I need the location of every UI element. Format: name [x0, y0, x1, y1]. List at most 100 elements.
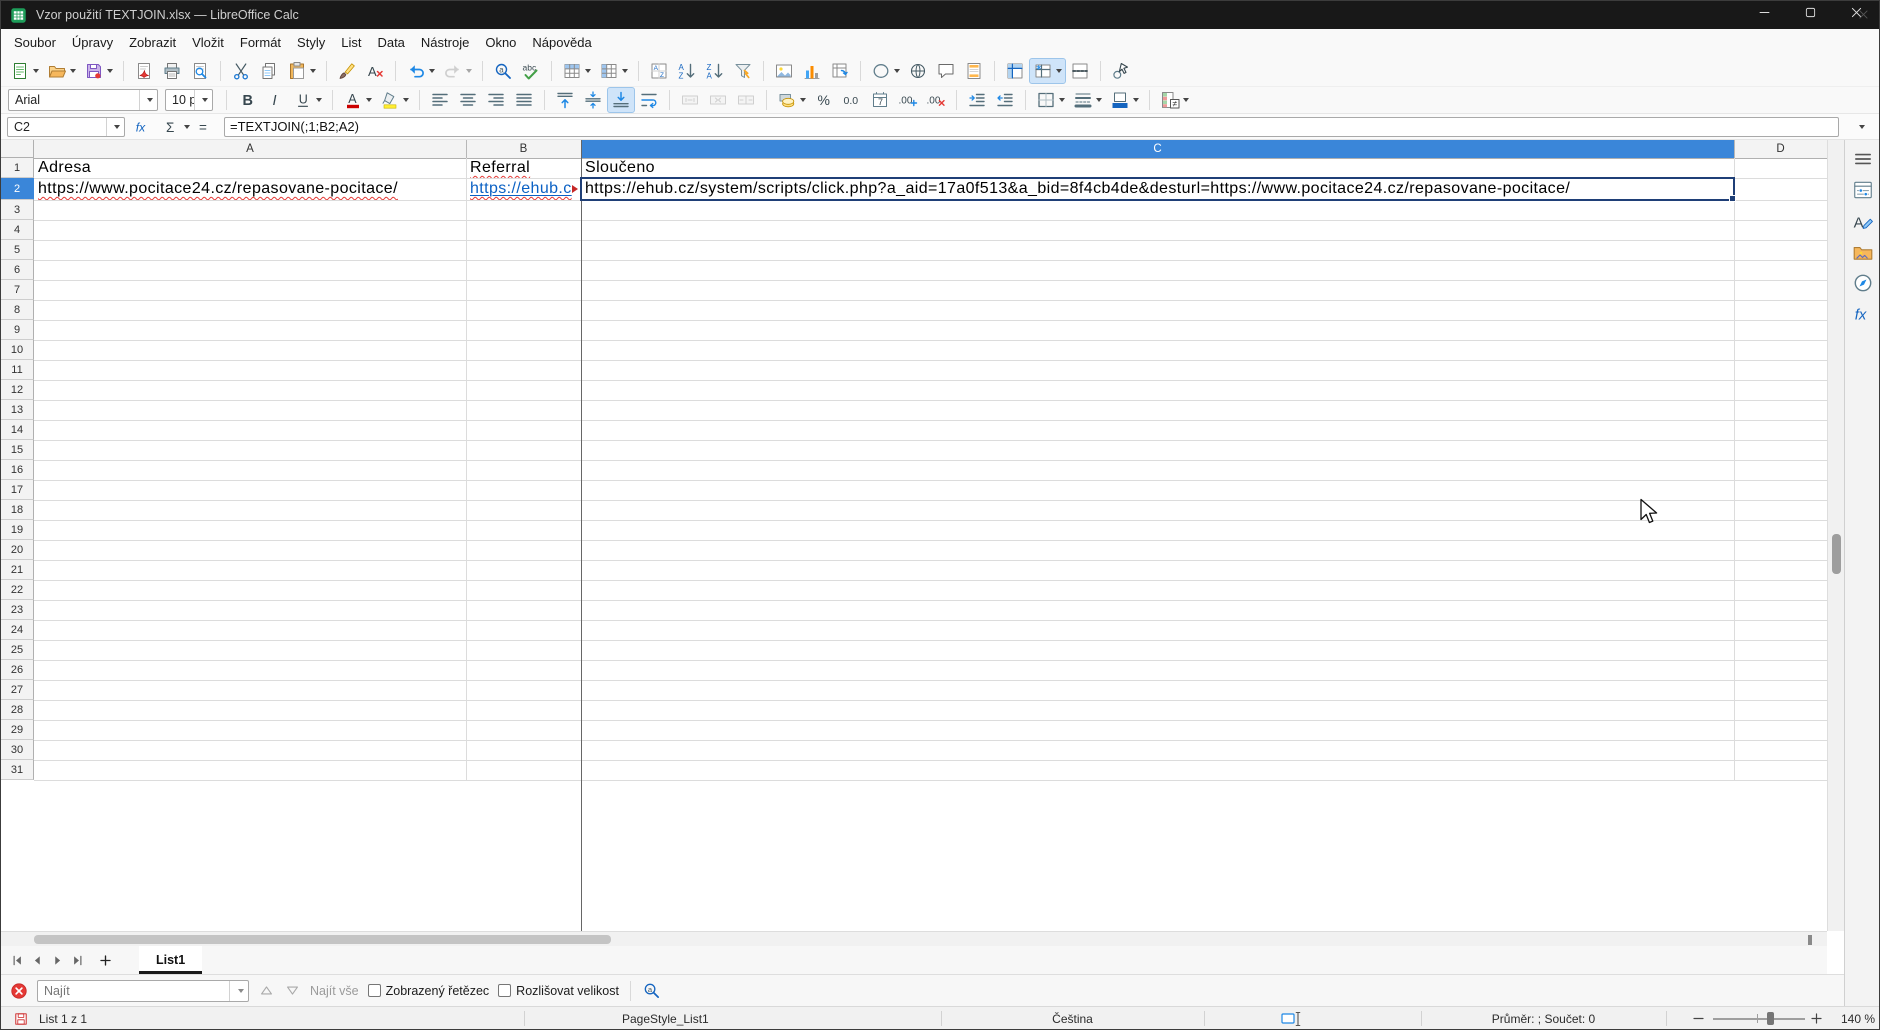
row-header-26[interactable]: 26 [1, 660, 34, 680]
date-format-button[interactable]: 7 [866, 87, 894, 113]
copy-button[interactable] [255, 58, 283, 84]
spreadsheet-grid[interactable]: ABCD123456789101112131415161718192021222… [1, 140, 1827, 931]
dropdown-arrow[interactable] [107, 69, 113, 73]
select-all-corner[interactable] [1, 140, 34, 158]
cell-C2[interactable]: https://ehub.cz/system/scripts/click.php… [581, 178, 1734, 200]
menu-zobrazit[interactable]: Zobrazit [121, 32, 184, 53]
redo-button[interactable] [439, 58, 476, 84]
conditional-formatting-button[interactable]: ≠ [1156, 87, 1193, 113]
cell-B1[interactable]: Referral [466, 158, 581, 178]
dropdown-arrow[interactable] [622, 69, 628, 73]
dropdown-arrow[interactable] [366, 98, 372, 102]
find-previous-button[interactable] [258, 982, 275, 999]
autofilter-button[interactable] [729, 58, 757, 84]
insert-columns-button[interactable] [595, 58, 632, 84]
row-header-21[interactable]: 21 [1, 560, 34, 580]
align-center-button[interactable] [454, 87, 482, 113]
formatted-display-option[interactable]: Zobrazený řetězec [368, 984, 490, 998]
sidebar-functions-button[interactable]: fx [1849, 300, 1877, 328]
align-top-button[interactable] [551, 87, 579, 113]
horizontal-scrollbar[interactable] [1, 931, 1827, 946]
column-header-B[interactable]: B [466, 140, 581, 158]
equals-button[interactable]: = [190, 118, 218, 136]
expand-formula-bar-button[interactable] [1849, 125, 1871, 129]
vertical-scrollbar[interactable] [1827, 140, 1844, 931]
row-header-8[interactable]: 8 [1, 300, 34, 320]
menu-list[interactable]: List [333, 32, 369, 53]
row-header-5[interactable]: 5 [1, 240, 34, 260]
freeze-rows-columns-button[interactable] [1001, 58, 1029, 84]
last-sheet-button[interactable] [67, 950, 87, 970]
next-sheet-button[interactable] [47, 950, 67, 970]
font-color-button[interactable]: A [339, 87, 376, 113]
split-handle[interactable] [1808, 935, 1812, 945]
sort-descending-button[interactable]: ZA [701, 58, 729, 84]
show-draw-functions-button[interactable] [1107, 58, 1135, 84]
menu-data[interactable]: Data [369, 32, 412, 53]
horizontal-scrollbar-thumb[interactable] [34, 935, 611, 944]
wrap-text-button[interactable] [635, 87, 663, 113]
formula-input[interactable]: =TEXTJOIN(;1;B2;A2) [224, 117, 1839, 137]
row-header-2[interactable]: 2 [1, 178, 34, 200]
number-format-button[interactable]: 0.0 [838, 87, 866, 113]
dropdown-arrow[interactable] [1059, 98, 1065, 102]
row-header-30[interactable]: 30 [1, 740, 34, 760]
border-style-button[interactable] [1069, 87, 1106, 113]
row-header-31[interactable]: 31 [1, 760, 34, 780]
borders-button[interactable] [1032, 87, 1069, 113]
row-header-22[interactable]: 22 [1, 580, 34, 600]
merge-cells-center-button[interactable] [676, 87, 704, 113]
menu-soubor[interactable]: Soubor [6, 32, 64, 53]
sidebar-menu-button[interactable] [1849, 145, 1877, 173]
headers-footers-button[interactable] [960, 58, 988, 84]
menu-styly[interactable]: Styly [289, 32, 333, 53]
row-header-29[interactable]: 29 [1, 720, 34, 740]
find-all-button[interactable]: Najít vše [310, 984, 359, 998]
zoom-out-button[interactable] [1691, 1007, 1706, 1030]
function-wizard-button[interactable]: fx [129, 118, 157, 136]
row-header-17[interactable]: 17 [1, 480, 34, 500]
paste-button[interactable] [283, 58, 320, 84]
font-size-dropdown[interactable] [194, 90, 212, 110]
clear-formatting-button[interactable]: A [361, 58, 389, 84]
increase-indent-button[interactable] [963, 87, 991, 113]
dropdown-arrow[interactable] [310, 69, 316, 73]
new-button[interactable] [6, 58, 43, 84]
row-header-18[interactable]: 18 [1, 500, 34, 520]
match-case-option[interactable]: Rozlišovat velikost [498, 984, 619, 998]
insert-chart-button[interactable] [798, 58, 826, 84]
insert-pivot-table-button[interactable] [826, 58, 854, 84]
menu-format[interactable]: Formát [232, 32, 289, 53]
percent-button[interactable]: % [810, 87, 838, 113]
center-vertically-button[interactable] [579, 87, 607, 113]
maximize-button[interactable] [1787, 1, 1833, 29]
minimize-button[interactable] [1741, 1, 1787, 29]
vertical-scrollbar-thumb[interactable] [1832, 534, 1841, 574]
row-header-25[interactable]: 25 [1, 640, 34, 660]
column-header-C[interactable]: C [581, 140, 1734, 158]
cell-A1[interactable]: Adresa [34, 158, 466, 178]
dropdown-arrow[interactable] [1183, 98, 1189, 102]
sidebar-gallery-button[interactable] [1849, 238, 1877, 266]
first-sheet-button[interactable] [7, 950, 27, 970]
align-left-button[interactable] [426, 87, 454, 113]
freeze-cells-button[interactable] [1029, 58, 1066, 84]
name-box-dropdown[interactable] [106, 118, 124, 136]
insert-image-button[interactable] [770, 58, 798, 84]
zoom-slider-track[interactable] [1713, 1018, 1805, 1020]
column-header-A[interactable]: A [34, 140, 466, 158]
selection-mode-indicator[interactable] [1281, 1007, 1301, 1030]
row-header-6[interactable]: 6 [1, 260, 34, 280]
currency-button[interactable] [773, 87, 810, 113]
search-input[interactable] [38, 984, 229, 998]
dropdown-arrow[interactable] [585, 69, 591, 73]
font-name-combobox[interactable]: Arial [8, 89, 158, 111]
save-button[interactable] [80, 58, 117, 84]
aggregate-status[interactable]: Průměr: ; Součet: 0 [1421, 1007, 1666, 1030]
close-find-bar-button[interactable] [10, 982, 28, 1000]
dropdown-arrow[interactable] [800, 98, 806, 102]
sort-button[interactable]: AZ [645, 58, 673, 84]
page-style[interactable]: PageStyle_List1 [622, 1007, 709, 1030]
dropdown-arrow[interactable] [466, 69, 472, 73]
underline-button[interactable]: U [289, 87, 326, 113]
